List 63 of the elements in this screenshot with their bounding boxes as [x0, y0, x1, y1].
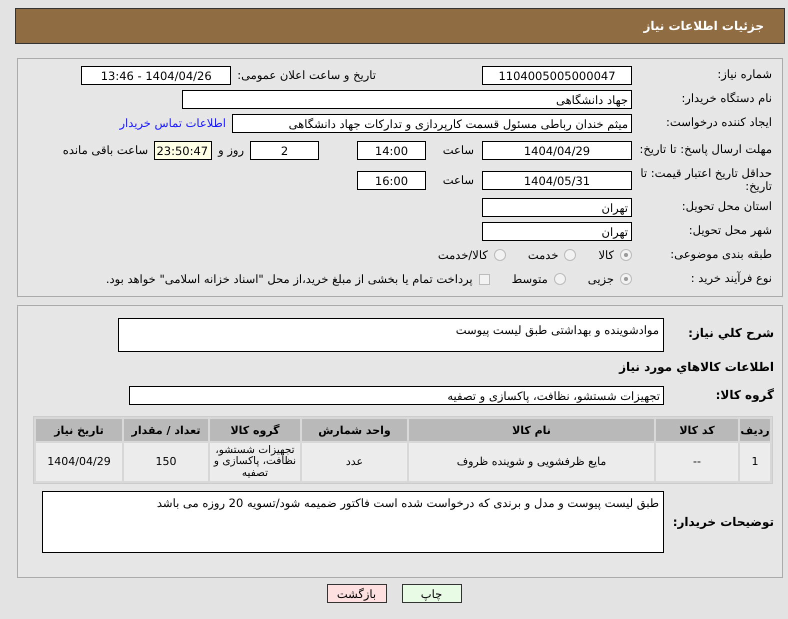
time-field: 14:00: [357, 140, 426, 160]
date-field: 1404/04/29: [482, 140, 632, 160]
field-label: نام دستگاه خریدار:: [680, 92, 773, 106]
field-label: شهر محل تحویل:: [688, 224, 773, 238]
option-label: کالا: [598, 248, 614, 262]
radio-button[interactable]: [620, 273, 632, 285]
days-field: 2: [250, 140, 319, 160]
field-label: تاریخ و ساعت اعلان عمومی:: [236, 68, 377, 82]
date-field: 1404/05/31: [482, 170, 632, 190]
time-field: 16:00: [357, 170, 426, 190]
column-header: تعداد / مقدار: [124, 419, 208, 441]
city-field: تهران: [482, 222, 632, 240]
option-label: کالا/خدمت: [438, 248, 488, 262]
checkbox[interactable]: [478, 274, 490, 284]
table-cell: 150: [124, 443, 208, 481]
option-label: متوسط: [512, 272, 548, 286]
field-label: ایجاد کننده درخواست:: [665, 116, 773, 130]
action-button[interactable]: چاپ: [402, 584, 462, 603]
table-cell: --: [656, 443, 738, 481]
field-label: استان محل تحویل:: [680, 200, 773, 214]
radio-button[interactable]: [564, 249, 576, 261]
field-label: گروه کالا:: [714, 388, 775, 402]
option-label: خدمت: [528, 248, 558, 262]
table-cell: مایع ظرفشویی و شوینده ظروف: [409, 443, 654, 481]
field-label: حداقل تاریخ اعتبار قیمت: تا تاریخ:: [639, 166, 773, 194]
goods-group-field: تجهیزات شستشو، نظافت، پاکسازی و تصفیه: [129, 386, 664, 404]
field-label: شرح کلي نياز:: [687, 325, 775, 340]
column-header: نام کالا: [409, 419, 654, 441]
need-number-field: 1104005005000047: [482, 66, 632, 84]
field-label: ساعت: [442, 143, 475, 157]
radio-button[interactable]: [620, 249, 632, 261]
action-button[interactable]: بازگشت: [326, 584, 386, 603]
table-cell: 1: [740, 443, 770, 481]
table-cell: عدد: [302, 443, 407, 481]
notes-field: طبق لیست پیوست و مدل و برندی که درخواست شده است فاکتور ضمیمه شود/تسویه 20 روزه می باشد: [42, 491, 664, 553]
field-label: توضیحات خریدار:: [672, 515, 775, 529]
column-header: ردیف: [740, 419, 770, 441]
remaining-time-field: 23:50:47: [154, 140, 212, 160]
radio-button[interactable]: [554, 273, 566, 285]
field-label: روز و: [216, 143, 245, 157]
radio-button[interactable]: [494, 249, 506, 261]
field-label: مهلت ارسال پاسخ: تا تاریخ:: [638, 143, 773, 157]
option-label: جزیی: [588, 272, 614, 286]
header-title: جزئیات اطلاعات نیاز: [643, 19, 764, 33]
column-header: واحد شمارش: [302, 419, 407, 441]
buyer-field: جهاد دانشگاهی: [182, 90, 632, 108]
province-field: تهران: [482, 198, 632, 216]
contact-link[interactable]: اطلاعات تماس خریدار: [119, 116, 226, 130]
table-cell: 1404/04/29: [36, 443, 122, 481]
checkbox-label: پرداخت تمام یا بخشی از مبلغ خرید،از محل "اسناد خزانه اسلامی" خواهد بود.: [106, 272, 473, 286]
creator-field: میثم خندان رباطی مسئول قسمت کارپردازی و تدارکات جهاد دانشگاهی: [232, 114, 632, 132]
field-label: طبقه بندی موضوعی:: [669, 248, 773, 262]
table-cell: تجهیزات شستشو، نظافت، پاکسازی و تصفیه: [210, 443, 300, 481]
column-header: گروه کالا: [210, 419, 300, 441]
column-header: کد کالا: [656, 419, 738, 441]
column-header: تاریخ نیاز: [36, 419, 122, 441]
description-field: موادشوینده و بهداشتی طبق لیست پیوست: [118, 318, 664, 352]
section-title: اطلاعات کالاهاي مورد نياز: [618, 359, 775, 376]
field-label: شماره نیاز:: [716, 68, 773, 82]
field-label: ساعت باقی مانده: [62, 143, 150, 157]
field-label: نوع فرآیند خرید :: [690, 272, 773, 286]
announce-field: 1404/04/26 - 13:46: [81, 66, 232, 84]
field-label: ساعت: [442, 173, 475, 187]
